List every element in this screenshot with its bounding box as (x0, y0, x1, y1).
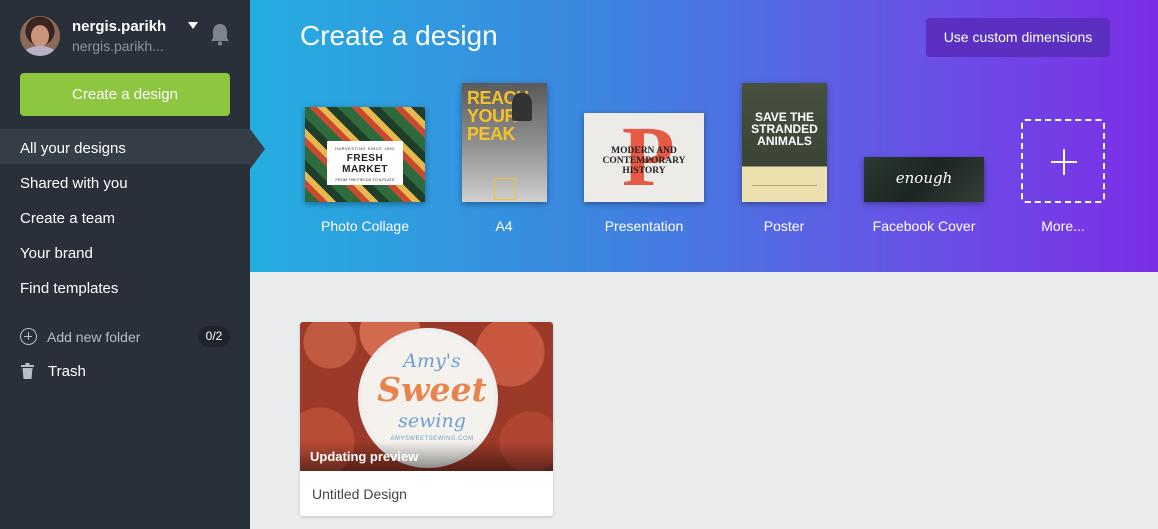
preview-text: Sweet (377, 370, 487, 409)
preview-status: Updating preview (300, 441, 553, 471)
sidebar-item-all-designs[interactable]: All your designs (0, 129, 250, 164)
trash-icon (21, 363, 34, 379)
sidebar-item-your-brand[interactable]: Your brand (0, 234, 250, 269)
design-card[interactable]: Amy's Sweet sewing AMYSWEETSEWING.COM Up… (300, 322, 553, 516)
tile-label: More... (1041, 218, 1085, 234)
photo-collage-thumbnail: HARVESTING SINCE 1892 FRESH MARKET FROM … (305, 107, 425, 202)
plus-circle-icon (20, 328, 37, 345)
avatar (20, 16, 60, 56)
sidebar: nergis.parikh nergis.parikh... Create a … (0, 0, 250, 529)
preview-text: sewing (398, 410, 466, 432)
user-name: nergis.parikh (72, 18, 167, 35)
thumb-text: REACH YOUR PEAK (467, 88, 529, 144)
tile-more[interactable]: More... (1021, 8, 1105, 238)
a4-thumbnail: REACH YOUR PEAK (462, 83, 547, 202)
facebook-cover-thumbnail: enough (864, 157, 984, 202)
tile-label: Poster (763, 218, 805, 234)
user-menu[interactable]: nergis.parikh nergis.parikh... (20, 16, 240, 60)
thumb-text: SAVE THE STRANDED ANIMALS (751, 110, 818, 148)
tile-label: Presentation (604, 218, 684, 234)
create-design-banner: Create a design Use custom dimensions HA… (250, 0, 1158, 272)
tile-label: Facebook Cover (872, 218, 976, 234)
tile-poster[interactable]: SAVE THE STRANDED ANIMALS Poster (742, 8, 827, 238)
tile-label: Photo Collage (321, 218, 409, 234)
chevron-down-icon[interactable] (188, 22, 198, 29)
sidebar-nav: All your designs Shared with you Create … (0, 129, 250, 304)
tile-presentation[interactable]: P MODERN AND CONTEMPORARY HISTORY Presen… (584, 8, 704, 238)
add-folder-label: Add new folder (47, 329, 141, 345)
design-preview: Amy's Sweet sewing AMYSWEETSEWING.COM Up… (300, 322, 553, 471)
tile-photo-collage[interactable]: HARVESTING SINCE 1892 FRESH MARKET FROM … (305, 8, 425, 238)
create-design-button[interactable]: Create a design (20, 73, 230, 116)
sidebar-item-shared[interactable]: Shared with you (0, 164, 250, 199)
poster-thumbnail: SAVE THE STRANDED ANIMALS (742, 83, 827, 202)
thumb-text: enough (895, 169, 953, 187)
trash-label: Trash (48, 363, 86, 380)
sidebar-item-find-templates[interactable]: Find templates (0, 269, 250, 304)
preview-text: Amy's (403, 350, 461, 372)
active-nav-pointer (250, 129, 265, 169)
thumb-text: FRESH MARKET (342, 153, 388, 175)
folder-count-badge: 0/2 (198, 326, 230, 347)
tile-label: A4 (495, 218, 513, 234)
tile-facebook-cover[interactable]: enough Facebook Cover (864, 8, 984, 238)
design-title[interactable]: Untitled Design (312, 486, 407, 502)
sidebar-item-trash[interactable]: Trash (20, 361, 230, 383)
user-email: nergis.parikh... (72, 38, 164, 54)
tile-a4[interactable]: REACH YOUR PEAK A4 (462, 8, 547, 238)
sidebar-item-create-team[interactable]: Create a team (0, 199, 250, 234)
bell-icon[interactable] (209, 22, 231, 46)
thumb-text: MODERN AND CONTEMPORARY HISTORY (602, 146, 686, 176)
thumb-text: HARVESTING SINCE 1892 (335, 146, 395, 151)
presentation-thumbnail: P MODERN AND CONTEMPORARY HISTORY (584, 113, 704, 202)
add-folder-button[interactable]: Add new folder 0/2 (20, 326, 230, 348)
plus-icon (1021, 119, 1105, 203)
thumb-text: FROM THE FIELDS TO A PLATE (335, 177, 395, 182)
